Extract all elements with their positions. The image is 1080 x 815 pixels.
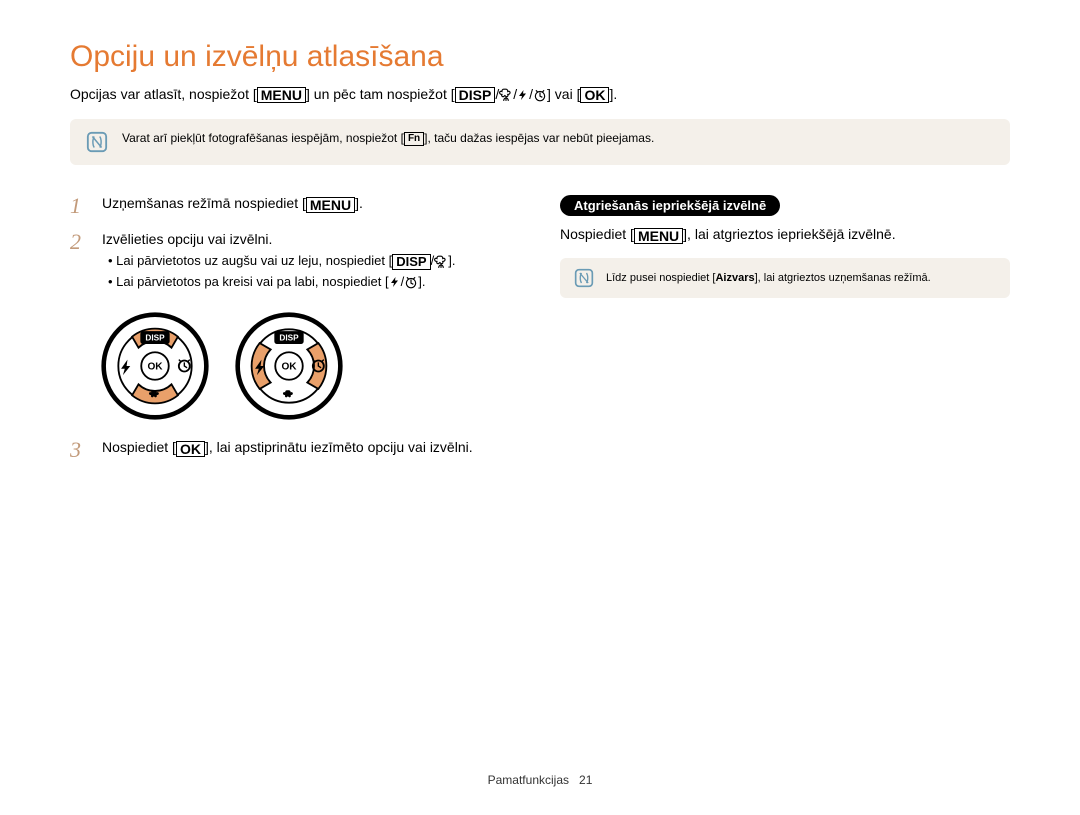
dial-up-down: DISP OK [100,311,210,421]
note-bold: Aizvars [715,272,754,284]
footer-section: Pamatfunkcijas [488,773,569,787]
timer-icon [533,88,547,102]
note-icon [574,268,594,288]
step-text: ], lai apstiprinātu iezīmēto opciju vai … [205,439,473,455]
left-column: 1 Uzņemšanas režīmā nospiediet [MENU]. 2… [70,195,520,475]
intro-text: ] vai [ [547,86,580,102]
ok-tag: OK [176,441,205,457]
intro-text: ]. [609,86,617,102]
timer-icon [404,275,418,289]
flash-icon [517,88,529,102]
ok-label: OK [147,362,163,373]
note-text-part: Varat arī piekļūt fotografēšanas iespējā… [122,131,404,145]
right-text: Nospiediet [MENU], lai atgrieztos ieprie… [560,226,1010,243]
step-2: 2 Izvēlieties opciju vai izvēlni. Lai pā… [70,231,520,293]
page-title: Opciju un izvēlņu atlasīšana [70,40,1010,74]
page: Opciju un izvēlņu atlasīšana Opcijas var… [0,0,1080,475]
menu-tag: MENU [257,87,306,103]
step-number: 1 [70,195,90,217]
bullet-text: Lai pārvietotos uz augšu vai uz leju, no… [116,253,392,268]
step-1: 1 Uzņemšanas režīmā nospiediet [MENU]. [70,195,520,217]
bullet-2: Lai pārvietotos pa kreisi vai pa labi, n… [108,274,520,290]
bullet-1: Lai pārvietotos uz augšu vai uz leju, no… [108,253,520,270]
step-3: 3 Nospiediet [OK], lai apstiprinātu iezī… [70,439,520,461]
bullet-text: ]. [448,253,455,268]
note-part: Līdz pusei nospiediet [ [606,272,715,284]
bullet-text: ]. [418,274,425,289]
disp-tag: DISP [455,87,496,103]
disp-label: DISP [279,334,299,343]
bullet-text: Lai pārvietotos pa kreisi vai pa labi, n… [116,274,388,289]
ok-label: OK [281,362,297,373]
step-text: Nospiediet [ [102,439,176,455]
subhead-pill: Atgriešanās iepriekšējā izvēlnē [560,195,780,216]
columns: 1 Uzņemšanas režīmā nospiediet [MENU]. 2… [70,195,1010,475]
intro-paragraph: Opcijas var atlasīt, nospiežot [MENU] un… [70,86,1010,103]
note-text: Līdz pusei nospiediet [Aizvars], lai atg… [606,272,931,284]
note-icon [86,131,108,153]
ok-tag: OK [580,87,609,103]
note-text-part: ], taču dažas iespējas var nebūt pieejam… [424,131,654,145]
note-text: Varat arī piekļūt fotografēšanas iespējā… [122,131,654,146]
disp-tag: DISP [392,254,430,270]
step-body: Uzņemšanas režīmā nospiediet [MENU]. [102,195,520,217]
step-number: 2 [70,231,90,293]
step-body: Nospiediet [OK], lai apstiprinātu iezīmē… [102,439,520,461]
text: Nospiediet [ [560,226,634,242]
right-column: Atgriešanās iepriekšējā izvēlnē Nospiedi… [560,195,1010,475]
flower-icon [499,88,513,102]
intro-text: Opcijas var atlasīt, nospiežot [ [70,86,257,102]
menu-tag: MENU [634,228,683,244]
note-box: Varat arī piekļūt fotografēšanas iespējā… [70,119,1010,165]
fn-tag: Fn [404,132,424,146]
footer: Pamatfunkcijas 21 [0,773,1080,787]
step-body: Izvēlieties opciju vai izvēlni. Lai pārv… [102,231,520,293]
text: ], lai atgrieztos iepriekšējā izvēlnē. [683,226,895,242]
disp-label: DISP [145,334,165,343]
flower-icon [434,255,448,269]
bullets: Lai pārvietotos uz augšu vai uz leju, no… [108,253,520,289]
note-part: ], lai atgrieztos uzņemšanas režīmā. [755,272,931,284]
footer-page: 21 [579,773,592,787]
step-main: Izvēlieties opciju vai izvēlni. [102,231,520,247]
dial-diagrams: DISP OK [100,311,520,421]
note-box: Līdz pusei nospiediet [Aizvars], lai atg… [560,258,1010,298]
flash-icon [389,275,401,289]
dial-left-right: DISP OK [234,311,344,421]
menu-tag: MENU [306,197,355,213]
step-number: 3 [70,439,90,461]
step-text: Uzņemšanas režīmā nospiediet [ [102,195,306,211]
step-text: ]. [355,195,363,211]
intro-text: ] un pēc tam nospiežot [ [306,86,455,102]
